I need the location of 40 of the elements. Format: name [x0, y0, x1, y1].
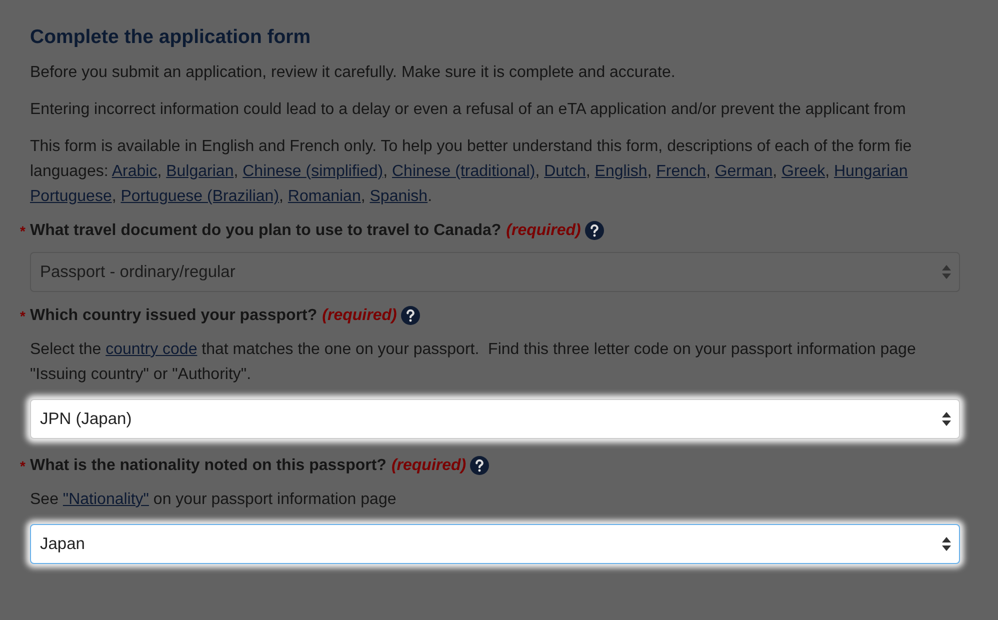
- caret-icon: [942, 537, 951, 551]
- select-field[interactable]: Passport - ordinary/regular: [30, 252, 960, 292]
- caret-icon: [942, 265, 951, 279]
- required-asterisk: *: [20, 458, 26, 474]
- required-label: (required): [506, 222, 581, 240]
- text-link[interactable]: Bulgarian: [166, 163, 234, 180]
- caret-icon: [942, 412, 951, 426]
- required-asterisk: *: [20, 308, 26, 324]
- question-label: What is the nationality noted on this passport?: [30, 456, 386, 474]
- text-link[interactable]: Portuguese: [30, 188, 112, 205]
- text-link[interactable]: Chinese (simplified): [242, 163, 384, 180]
- text-link[interactable]: Greek: [782, 163, 826, 180]
- text-link[interactable]: "Nationality": [62, 491, 149, 508]
- text-link[interactable]: country code: [106, 341, 198, 358]
- paragraph: Before you submit an application, review it carefully. Make sure it is complete and accurate.: [30, 63, 676, 83]
- text-link[interactable]: Portuguese (Brazilian): [120, 188, 280, 205]
- help-icon[interactable]: [400, 306, 420, 325]
- text-link[interactable]: French: [656, 163, 706, 180]
- required-label: (required): [322, 306, 397, 324]
- text-link[interactable]: Dutch: [544, 163, 586, 180]
- text-link[interactable]: Hungarian: [834, 163, 908, 180]
- select-field[interactable]: JPN (Japan): [30, 399, 960, 439]
- text-link[interactable]: Spanish: [370, 188, 428, 205]
- text-link[interactable]: German: [714, 163, 773, 180]
- required-asterisk: *: [20, 222, 26, 238]
- help-icon[interactable]: [470, 456, 490, 475]
- question-label: Which country issued your passport?: [30, 306, 318, 324]
- text-link[interactable]: Romanian: [288, 188, 361, 205]
- required-label: (required): [391, 456, 466, 474]
- text-link[interactable]: Chinese (traditional): [392, 163, 536, 180]
- question-label: What travel document do you plan to use to travel to Canada?: [30, 222, 502, 240]
- text-link[interactable]: Arabic: [112, 163, 158, 180]
- select-field[interactable]: Japan: [30, 524, 960, 564]
- paragraph: Entering incorrect information could lead to a delay or even a refusal of an eTA application and/or prevent the applicant from: [30, 100, 906, 120]
- paragraph: This form is available in English and French only. To help you better understand this form, descriptions of each of the form fie languages: Arabic, Bulgarian, Chinese (simplified), Chinese (traditional), Dutch, English, French, German, Greek, Hungarian Portuguese, Portuguese (Brazilian), Romanian, Spanish.: [30, 137, 912, 207]
- text-link[interactable]: English: [594, 163, 648, 180]
- form-heading: Complete the application form: [30, 26, 311, 49]
- help-text: See "Nationality" on your passport information page: [30, 490, 396, 510]
- help-text: Select the country code that matches the one on your passport. Find this three letter code on your passport information page "Issuing country" or "Authority".: [30, 340, 916, 385]
- help-icon[interactable]: [584, 221, 604, 240]
